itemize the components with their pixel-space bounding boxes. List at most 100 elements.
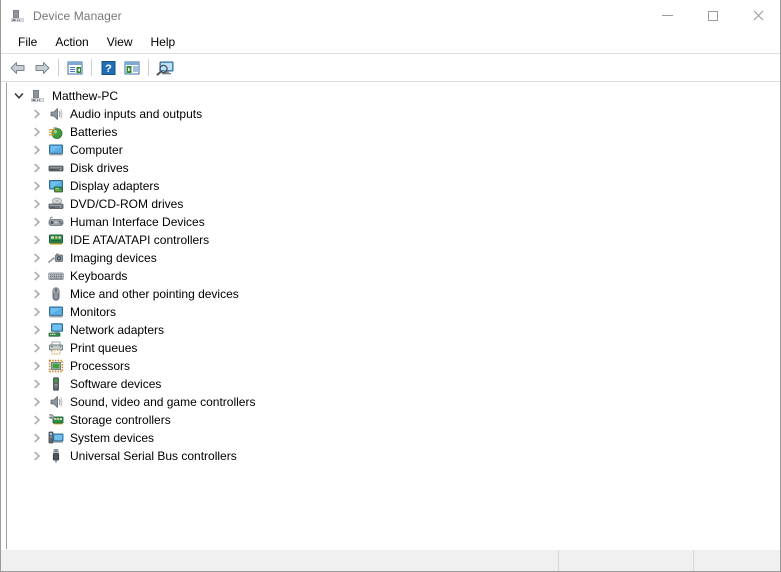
- tree-item-label: Processors: [70, 359, 131, 373]
- back-button[interactable]: [6, 56, 30, 79]
- close-button[interactable]: [735, 0, 780, 31]
- tree-item-keyboards[interactable]: Keyboards: [7, 267, 780, 285]
- keyboard-icon: [48, 268, 64, 284]
- chevron-right-icon[interactable]: [29, 232, 45, 248]
- tree-item-label: Batteries: [70, 125, 118, 139]
- tree-item-universal-serial-bus-controllers[interactable]: Universal Serial Bus controllers: [7, 447, 780, 465]
- update-driver-button[interactable]: [120, 56, 144, 79]
- monitor-icon: [48, 304, 64, 320]
- svg-text:?: ?: [105, 63, 112, 75]
- chevron-right-icon[interactable]: [29, 214, 45, 230]
- tree-item-label: Human Interface Devices: [70, 215, 205, 229]
- toolbar-separator-2: [91, 59, 92, 76]
- device-manager-window: Device Manager File Action View Help ? M…: [0, 0, 781, 572]
- tree-item-software-devices[interactable]: Software devices: [7, 375, 780, 393]
- window-title: Device Manager: [33, 8, 122, 23]
- tree-item-system-devices[interactable]: System devices: [7, 429, 780, 447]
- help-button[interactable]: ?: [96, 56, 120, 79]
- menu-view[interactable]: View: [98, 33, 142, 51]
- toolbar-separator-3: [148, 59, 149, 76]
- chevron-right-icon[interactable]: [29, 106, 45, 122]
- chevron-right-icon[interactable]: [29, 286, 45, 302]
- tree-item-print-queues[interactable]: Print queues: [7, 339, 780, 357]
- toolbar-separator-1: [58, 59, 59, 76]
- close-icon: [752, 10, 764, 22]
- tree-item-monitors[interactable]: Monitors: [7, 303, 780, 321]
- tree-item-label: Audio inputs and outputs: [70, 107, 203, 121]
- chevron-right-icon[interactable]: [29, 142, 45, 158]
- chevron-right-icon[interactable]: [29, 448, 45, 464]
- chevron-right-icon[interactable]: [29, 178, 45, 194]
- scan-hardware-changes-button[interactable]: [153, 56, 177, 79]
- chevron-right-icon[interactable]: [29, 304, 45, 320]
- chevron-down-icon[interactable]: [11, 88, 27, 104]
- tree-item-sound-video-and-game-controllers[interactable]: Sound, video and game controllers: [7, 393, 780, 411]
- tree-item-label: Computer: [70, 143, 123, 157]
- optical-drive-icon: [48, 196, 64, 212]
- tree-item-storage-controllers[interactable]: Storage controllers: [7, 411, 780, 429]
- monitor-icon: [48, 142, 64, 158]
- tree-item-label: Disk drives: [70, 161, 129, 175]
- tree-item-label: Mice and other pointing devices: [70, 287, 239, 301]
- tree-item-mice-and-other-pointing-devices[interactable]: Mice and other pointing devices: [7, 285, 780, 303]
- tree-item-label: Storage controllers: [70, 413, 171, 427]
- window-controls: [645, 0, 780, 31]
- speaker-icon: [48, 394, 64, 410]
- tree-item-display-adapters[interactable]: Display adapters: [7, 177, 780, 195]
- tree-item-computer[interactable]: Computer: [7, 141, 780, 159]
- tree-item-label: System devices: [70, 431, 155, 445]
- tree-item-label: Software devices: [70, 377, 162, 391]
- software-device-icon: [48, 376, 64, 392]
- tree-item-batteries[interactable]: Batteries: [7, 123, 780, 141]
- chevron-right-icon[interactable]: [29, 340, 45, 356]
- tree-item-label: Display adapters: [70, 179, 160, 193]
- tree-item-dvd-cd-rom-drives[interactable]: DVD/CD-ROM drives: [7, 195, 780, 213]
- mouse-icon: [48, 286, 64, 302]
- chevron-right-icon[interactable]: [29, 358, 45, 374]
- chevron-right-icon[interactable]: [29, 430, 45, 446]
- chevron-right-icon[interactable]: [29, 322, 45, 338]
- tree-item-label: Universal Serial Bus controllers: [70, 449, 237, 463]
- scan-monitor-icon: [155, 60, 175, 76]
- tree-item-label: IDE ATA/ATAPI controllers: [70, 233, 210, 247]
- chevron-right-icon[interactable]: [29, 160, 45, 176]
- hid-icon: [48, 214, 64, 230]
- menu-help[interactable]: Help: [142, 33, 185, 51]
- menu-file[interactable]: File: [9, 33, 46, 51]
- minimize-button[interactable]: [645, 0, 690, 31]
- menu-action[interactable]: Action: [46, 33, 97, 51]
- tree-item-label: DVD/CD-ROM drives: [70, 197, 184, 211]
- tree-item-label: Network adapters: [70, 323, 165, 337]
- tree-root-label: Matthew-PC: [52, 89, 119, 103]
- maximize-button[interactable]: [690, 0, 735, 31]
- chevron-right-icon[interactable]: [29, 412, 45, 428]
- device-tree-pane[interactable]: Matthew-PC Audio inputs and outputs Batt…: [6, 82, 780, 549]
- storage-controller-icon: [48, 412, 64, 428]
- tree-item-human-interface-devices[interactable]: Human Interface Devices: [7, 213, 780, 231]
- chevron-right-icon[interactable]: [29, 268, 45, 284]
- tree-item-imaging-devices[interactable]: Imaging devices: [7, 249, 780, 267]
- back-arrow-icon: [9, 60, 27, 76]
- tree-root-node[interactable]: Matthew-PC: [7, 87, 780, 105]
- tree-item-network-adapters[interactable]: Network adapters: [7, 321, 780, 339]
- usb-icon: [48, 448, 64, 464]
- chevron-right-icon[interactable]: [29, 196, 45, 212]
- processor-chip-icon: [48, 358, 64, 374]
- ide-controller-icon: [48, 232, 64, 248]
- status-panel-tertiary: [694, 550, 780, 571]
- tree-item-label: Sound, video and game controllers: [70, 395, 256, 409]
- toolbar: ?: [1, 54, 780, 82]
- computer-tower-icon: [30, 88, 46, 104]
- chevron-right-icon[interactable]: [29, 376, 45, 392]
- chevron-right-icon[interactable]: [29, 250, 45, 266]
- tree-item-disk-drives[interactable]: Disk drives: [7, 159, 780, 177]
- forward-button[interactable]: [30, 56, 54, 79]
- tree-item-audio-inputs-and-outputs[interactable]: Audio inputs and outputs: [7, 105, 780, 123]
- tree-item-processors[interactable]: Processors: [7, 357, 780, 375]
- forward-arrow-icon: [33, 60, 51, 76]
- tree-item-ide-ata-atapi-controllers[interactable]: IDE ATA/ATAPI controllers: [7, 231, 780, 249]
- chevron-right-icon[interactable]: [29, 394, 45, 410]
- device-tree: Matthew-PC Audio inputs and outputs Batt…: [7, 83, 780, 465]
- properties-button[interactable]: [63, 56, 87, 79]
- chevron-right-icon[interactable]: [29, 124, 45, 140]
